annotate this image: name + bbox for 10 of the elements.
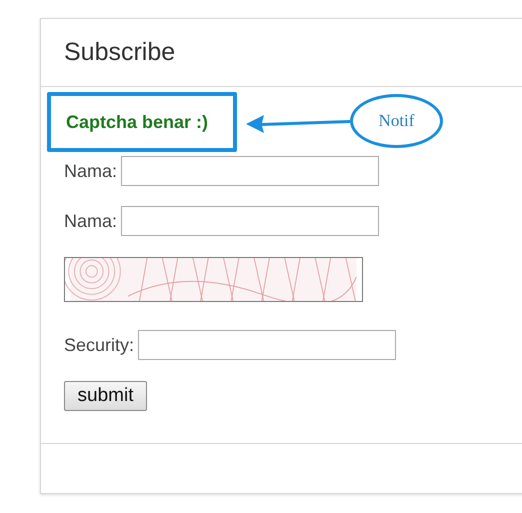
annotation-label: Notif [350,94,443,148]
submit-button[interactable]: submit [64,381,147,411]
notification-message: Captcha benar :) [47,92,237,152]
input-field[interactable] [138,330,396,360]
field-label: Nama: [64,210,118,232]
panel-title: Subscribe [64,38,176,67]
input-field[interactable] [121,206,380,236]
input-field[interactable] [121,156,380,186]
field-label: Nama: [64,160,118,182]
field-label: Security: [64,334,134,356]
